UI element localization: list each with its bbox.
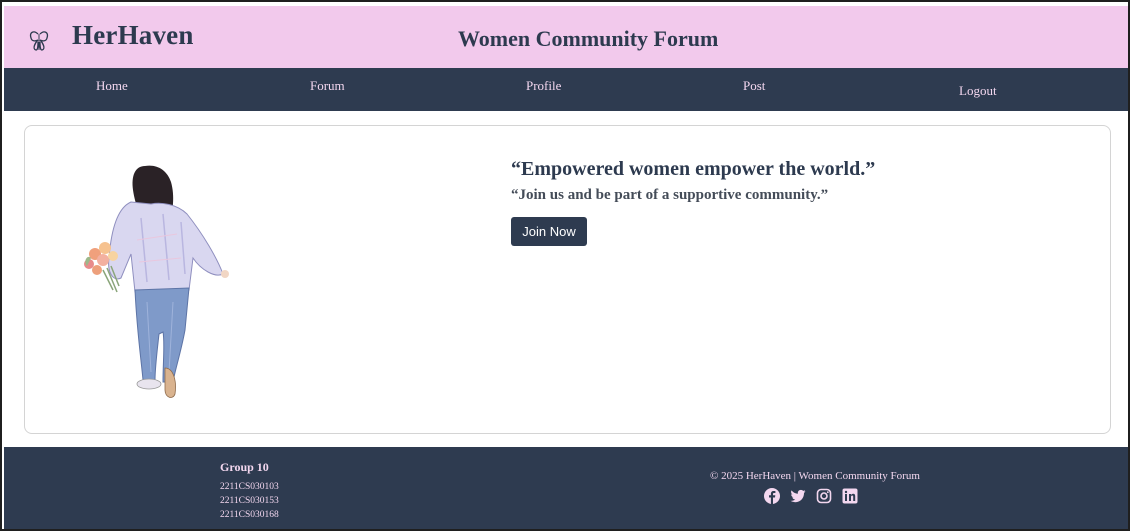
main-nav: Home Forum Profile Post Logout	[4, 68, 1128, 111]
hero-quote: “Empowered women empower the world.”	[511, 158, 876, 180]
social-links	[764, 488, 858, 504]
linkedin-icon[interactable]	[842, 488, 858, 504]
copyright-text: © 2025 HerHaven | Women Community Forum	[710, 470, 920, 482]
member-id-list: 2211CS030103 2211CS030153 2211CS030168	[220, 480, 279, 522]
site-footer: Group 10 2211CS030103 2211CS030153 2211C…	[4, 447, 1128, 529]
nav-item-forum[interactable]: Forum	[310, 78, 345, 94]
member-id: 2211CS030153	[220, 496, 279, 506]
twitter-icon[interactable]	[790, 488, 806, 504]
member-id: 2211CS030168	[220, 510, 279, 520]
woman-with-flowers-illustration	[77, 162, 237, 402]
group-title: Group 10	[220, 460, 269, 474]
site-header: HerHaven Women Community Forum	[4, 6, 1128, 68]
nav-item-home[interactable]: Home	[96, 78, 128, 94]
member-id: 2211CS030103	[220, 482, 279, 492]
nav-item-profile[interactable]: Profile	[526, 78, 561, 94]
hero-card: “Empowered women empower the world.” “Jo…	[24, 125, 1111, 434]
page-frame: HerHaven Women Community Forum Home Foru…	[0, 0, 1130, 531]
facebook-icon[interactable]	[764, 488, 780, 504]
page-title: Women Community Forum	[458, 26, 719, 51]
hero-subquote: “Join us and be part of a supportive com…	[511, 187, 829, 203]
nav-item-logout[interactable]: Logout	[959, 83, 997, 99]
nav-item-post[interactable]: Post	[743, 78, 765, 94]
brand-name[interactable]: HerHaven	[72, 20, 194, 51]
butterfly-icon[interactable]	[28, 28, 50, 54]
join-now-button[interactable]: Join Now	[511, 217, 587, 246]
instagram-icon[interactable]	[816, 488, 832, 504]
